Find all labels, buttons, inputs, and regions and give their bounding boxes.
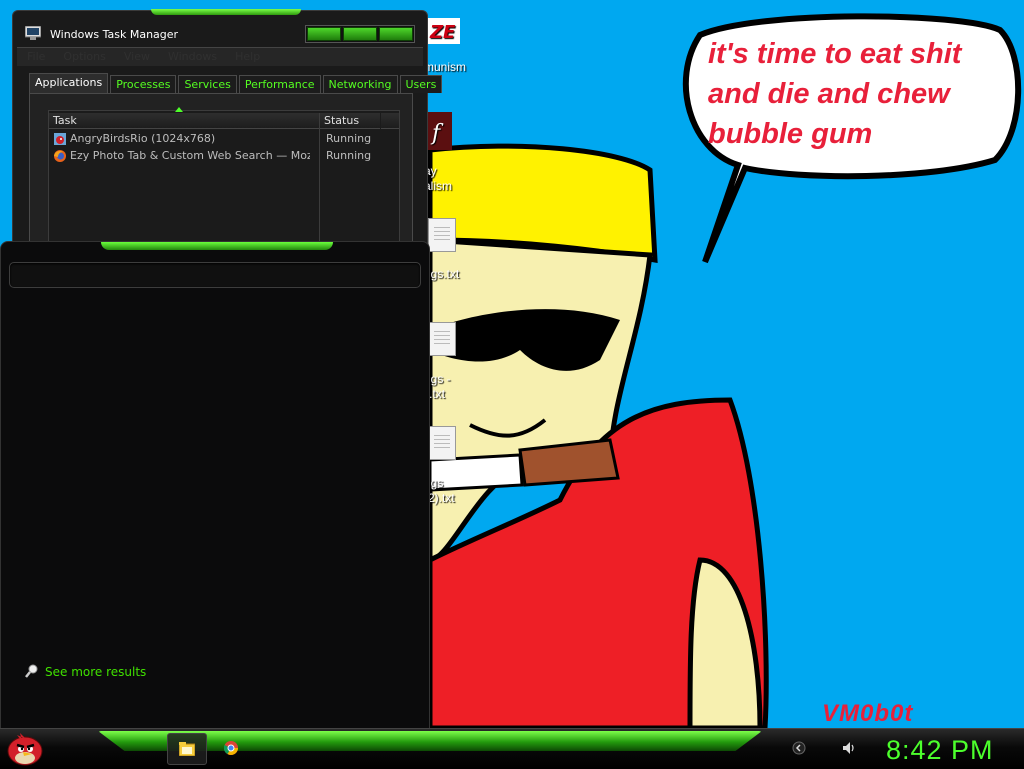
document-icon xyxy=(428,322,456,356)
desktop-icon-text-file-3[interactable]: ngs (2).txt xyxy=(424,426,476,508)
table-row[interactable]: Ezy Photo Tab & Custom Web Search — Mozi… xyxy=(49,148,399,164)
taskbar-clock[interactable]: 8:42 PM xyxy=(886,735,994,766)
tab-strip: Applications Processes Services Performa… xyxy=(29,73,443,93)
taskbar-chrome-button[interactable] xyxy=(212,733,250,763)
applications-panel: Task Status AngryBirdsRio (1024x768) Run… xyxy=(29,93,413,253)
svg-text:ZE: ZE xyxy=(429,22,456,43)
column-header-status[interactable]: Status xyxy=(321,113,380,129)
app-icon: f xyxy=(424,112,452,150)
explorer-icon xyxy=(179,742,195,756)
tab-applications[interactable]: Applications xyxy=(29,73,109,93)
menu-windows[interactable]: Windows xyxy=(168,48,217,66)
speech-bubble-text: it's time to eat shit and die and chew b… xyxy=(708,38,962,150)
desktop-icon-label-2: alism xyxy=(424,179,453,193)
document-icon xyxy=(428,426,456,460)
task-manager-window[interactable]: Windows Task Manager File Options View W… xyxy=(12,9,443,253)
start-menu[interactable]: See more results xyxy=(0,241,430,732)
desktop-icon-communism[interactable]: ZE munism xyxy=(424,18,476,78)
tab-users[interactable]: Users xyxy=(399,75,443,93)
task-status: Running xyxy=(326,149,372,162)
menu-help[interactable]: Help xyxy=(235,48,260,66)
start-menu-search-input[interactable] xyxy=(9,262,421,288)
desktop-icon-label: munism xyxy=(424,60,467,74)
volume-icon[interactable] xyxy=(842,741,856,755)
tab-performance[interactable]: Performance xyxy=(238,75,321,93)
close-button[interactable] xyxy=(379,27,413,41)
tab-networking[interactable]: Networking xyxy=(322,75,398,93)
desktop-icon-text-file-1[interactable]: ngs.txt xyxy=(424,218,476,284)
document-icon xyxy=(428,218,456,252)
window-title: Windows Task Manager xyxy=(50,28,179,41)
search-magnifier-icon xyxy=(25,664,38,678)
see-more-results-label: See more results xyxy=(45,665,147,679)
show-hidden-icons-chevron-icon[interactable] xyxy=(792,741,806,755)
task-status: Running xyxy=(326,132,372,145)
task-manager-icon xyxy=(25,26,41,40)
menu-options[interactable]: Options xyxy=(63,48,105,66)
task-name: AngryBirdsRio (1024x768) xyxy=(70,132,216,145)
column-header-task[interactable]: Task xyxy=(49,107,321,129)
task-name: Ezy Photo Tab & Custom Web Search — Mozi… xyxy=(70,149,310,162)
task-list[interactable]: Task Status AngryBirdsRio (1024x768) Run… xyxy=(48,107,400,253)
column-header-task-label: Task xyxy=(53,114,77,127)
column-header-spacer xyxy=(381,113,399,129)
tab-processes[interactable]: Processes xyxy=(110,75,177,93)
desktop-icon-text-file-2[interactable]: ngs - y.txt xyxy=(424,322,476,404)
window-controls xyxy=(305,25,415,43)
taskbar: 8:42 PM xyxy=(0,728,1024,769)
desktop-icon-app[interactable]: f ay alism xyxy=(424,112,476,196)
menu-view[interactable]: View xyxy=(124,48,150,66)
maximize-button[interactable] xyxy=(343,27,377,41)
tab-services[interactable]: Services xyxy=(178,75,237,93)
sort-ascending-icon xyxy=(175,107,183,112)
firefox-icon xyxy=(54,150,66,162)
table-row[interactable]: AngryBirdsRio (1024x768) Running xyxy=(49,131,399,147)
menu-file[interactable]: File xyxy=(27,48,45,66)
taskbar-explorer-button[interactable] xyxy=(167,733,207,765)
wallpaper-signature: VM0b0t xyxy=(822,700,914,727)
chrome-icon xyxy=(224,741,238,755)
window-glow-accent xyxy=(151,9,301,15)
start-menu-glow-accent xyxy=(101,242,333,250)
angry-birds-icon xyxy=(54,133,66,145)
text-icon: ZE xyxy=(426,18,460,44)
menu-bar: File Options View Windows Help xyxy=(17,47,423,66)
column-header-status-label: Status xyxy=(324,114,360,127)
start-button-angry-bird-icon[interactable] xyxy=(4,727,46,767)
minimize-button[interactable] xyxy=(307,27,341,41)
